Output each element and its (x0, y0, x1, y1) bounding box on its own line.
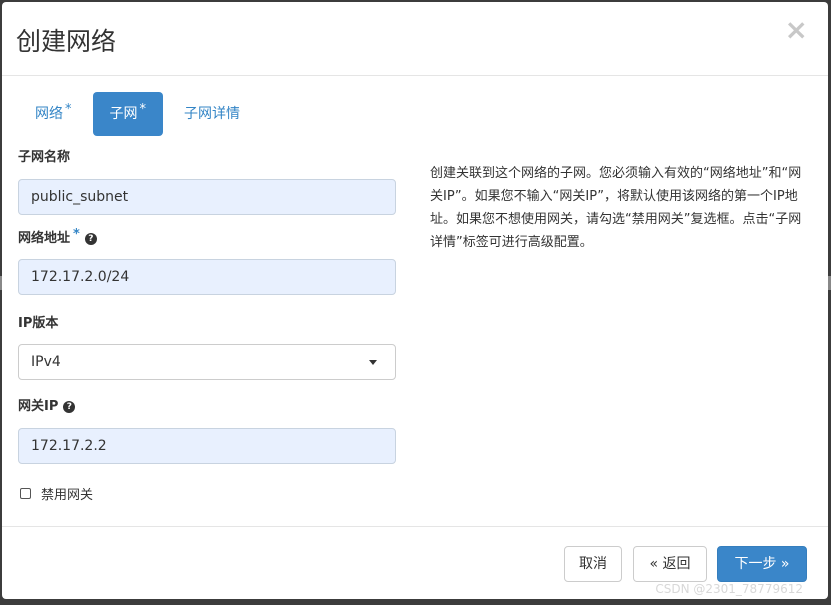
subnet-name-label-text: 子网名称 (18, 150, 71, 165)
create-network-modal: 创建网络 × 网络 * 子网 * 子网详情 子网名称 public_subnet 网… (2, 2, 828, 599)
gateway-ip-label: 网关IP ? (18, 397, 398, 417)
next-button[interactable]: 下一步 » (717, 546, 807, 582)
caret-down-icon (369, 360, 377, 365)
back-button[interactable]: « 返回 (633, 546, 707, 582)
tab-subnet-details[interactable]: 子网详情 (167, 92, 257, 136)
question-circle-icon[interactable]: ? (63, 401, 76, 413)
subnet-name-label: 子网名称 (18, 148, 398, 168)
tab-network-label: 网络 (35, 106, 63, 122)
network-address-label: 网络地址 * ? (18, 227, 398, 249)
tab-subnet-label: 子网 (109, 106, 138, 122)
disable-gateway-label: 禁用网关 (41, 488, 94, 503)
modal-header: 创建网络 × (2, 2, 828, 76)
ip-version-label-text: IP版本 (18, 316, 59, 331)
cancel-button[interactable]: 取消 (564, 546, 622, 582)
network-address-label-text: 网络地址 (18, 231, 71, 246)
required-marker: * (65, 102, 72, 117)
tab-subnet[interactable]: 子网 * (92, 92, 163, 136)
subnet-form: 子网名称 public_subnet 网络地址 * ? 172.17.2.0/2… (18, 148, 398, 503)
gateway-ip-input[interactable]: 172.17.2.2 (18, 428, 396, 464)
tab-network[interactable]: 网络 * (18, 92, 89, 136)
required-marker: * (139, 102, 147, 117)
disable-gateway-row: 禁用网关 (18, 484, 398, 503)
tab-subnet-details-label: 子网详情 (184, 106, 240, 122)
required-marker: * (73, 227, 80, 242)
close-icon[interactable]: × (785, 16, 808, 44)
gateway-ip-label-text: 网关IP (18, 399, 59, 414)
network-address-input[interactable]: 172.17.2.0/24 (18, 259, 396, 295)
watermark: CSDN @2301_78779612 (655, 582, 803, 596)
wizard-tabs: 网络 * 子网 * 子网详情 (18, 92, 261, 136)
question-circle-icon[interactable]: ? (84, 233, 97, 245)
ip-version-value: IPv4 (31, 354, 61, 370)
disable-gateway-checkbox[interactable] (20, 488, 31, 499)
modal-title: 创建网络 (16, 27, 117, 56)
subnet-help-text: 创建关联到这个网络的子网。您必须输入有效的“网络地址”和“网关IP”。如果您不输… (430, 166, 802, 250)
ip-version-label: IP版本 (18, 314, 398, 334)
subnet-name-input[interactable]: public_subnet (18, 179, 396, 215)
ip-version-select[interactable]: IPv4 (18, 344, 396, 380)
